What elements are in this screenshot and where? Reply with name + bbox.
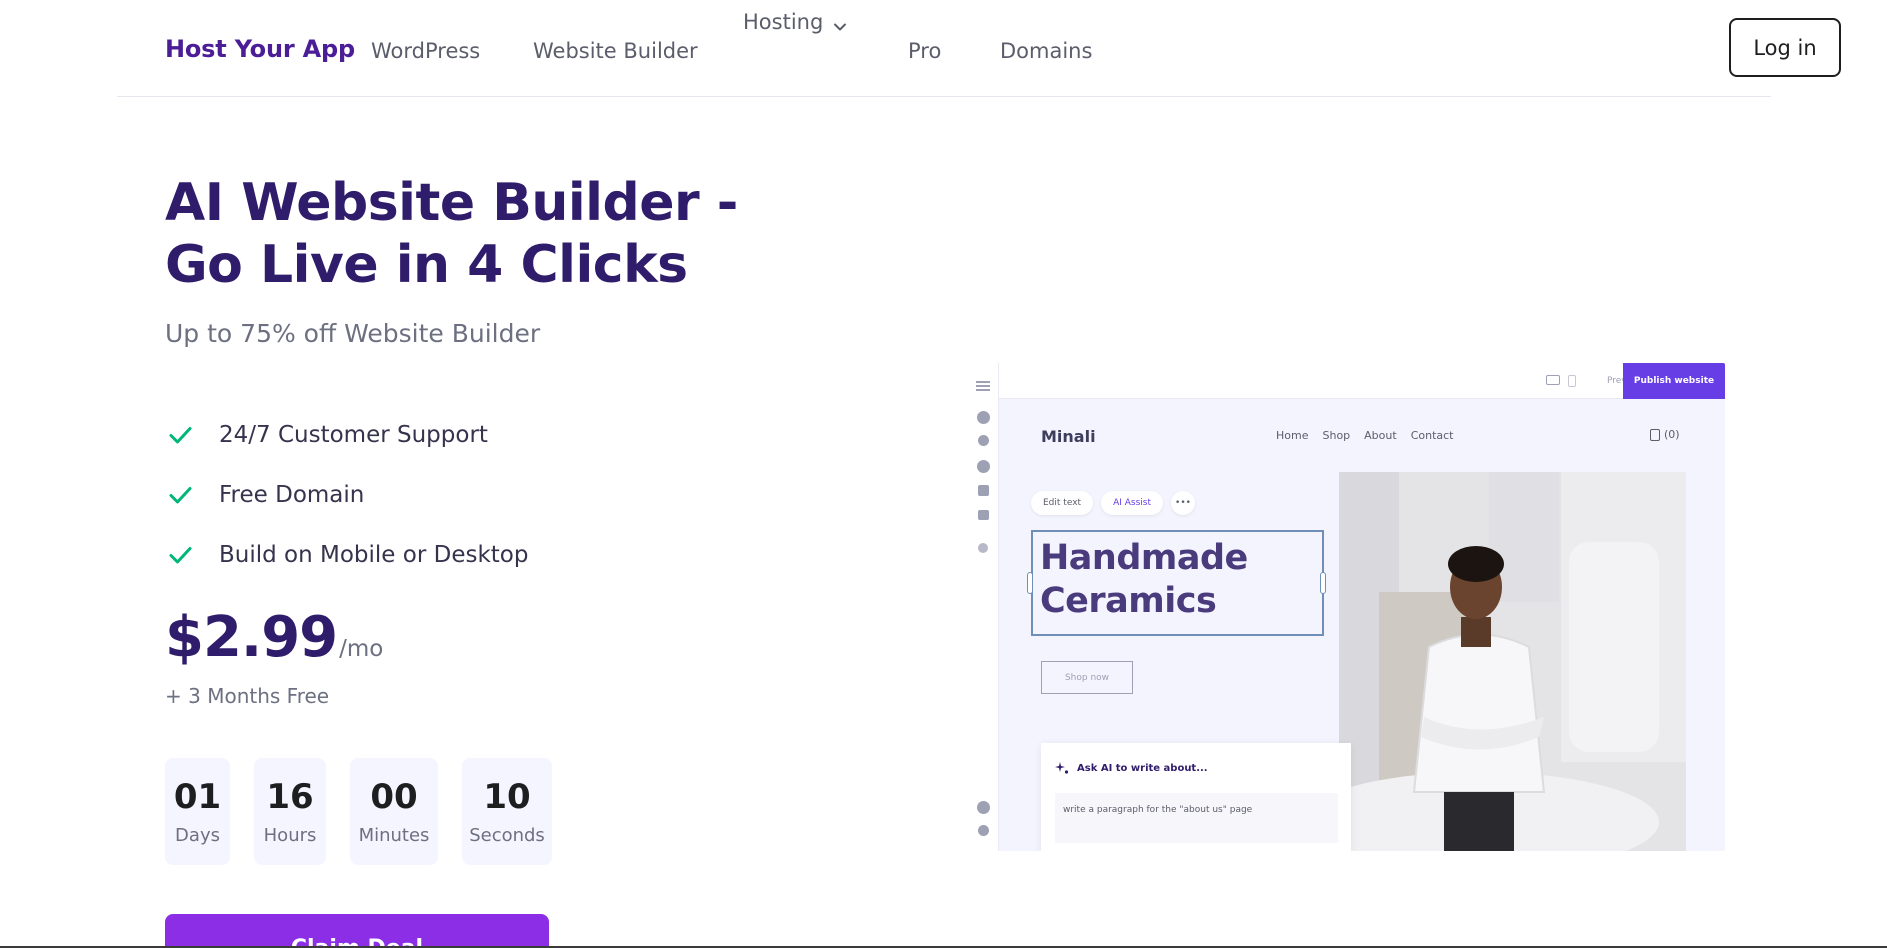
mock-topbar: Preview xyxy=(999,363,1725,399)
feature-label: Free Domain xyxy=(219,482,365,508)
website-builder-preview-image: Preview Publish website Minali Home Shop… xyxy=(968,363,1725,851)
countdown-label: Minutes xyxy=(358,825,430,846)
mobile-icon xyxy=(1568,375,1576,387)
countdown-value: 00 xyxy=(370,777,418,817)
countdown-value: 10 xyxy=(483,777,531,817)
edit-icon xyxy=(978,485,989,496)
nav-dropdown-hosting[interactable]: Hosting xyxy=(743,10,847,34)
mock-ai-input: write a paragraph for the "about us" pag… xyxy=(1055,793,1338,843)
mock-edit-toolbar: Edit text AI Assist ••• xyxy=(1031,491,1195,515)
resize-handle xyxy=(1027,572,1033,594)
price-amount: $2.99 xyxy=(165,605,338,670)
mock-heading-line: Handmade xyxy=(1040,538,1248,578)
mock-ai-panel: Ask AI to write about... write a paragra… xyxy=(1041,743,1351,851)
mock-more-pill: ••• xyxy=(1171,491,1195,515)
nav-link-website-builder[interactable]: Website Builder xyxy=(533,39,698,63)
sparkle-icon xyxy=(1055,762,1069,774)
mock-ai-title-text: Ask AI to write about... xyxy=(1077,762,1208,774)
hero-title: AI Website Builder - Go Live in 4 Clicks xyxy=(165,173,738,295)
mock-hero-heading: Handmade Ceramics xyxy=(1040,537,1248,623)
mock-nav-item: About xyxy=(1364,429,1397,442)
palette-icon xyxy=(977,460,990,473)
mock-cart: (0) xyxy=(1650,428,1680,441)
countdown-days: 01 Days xyxy=(165,758,230,865)
mock-heading-line: Ceramics xyxy=(1040,581,1217,621)
mock-sidebar xyxy=(968,363,999,851)
check-icon xyxy=(169,487,192,504)
desktop-icon xyxy=(1546,375,1560,385)
mock-nav-item: Home xyxy=(1276,429,1309,442)
ai-sparkle-icon xyxy=(978,543,988,553)
bonus-text: + 3 Months Free xyxy=(165,684,330,708)
countdown-label: Hours xyxy=(263,825,317,846)
mock-site-logo: Minali xyxy=(1041,427,1096,446)
top-nav: Host Your App WordPress Website Builder … xyxy=(117,0,1841,97)
layers-icon xyxy=(978,435,989,446)
mock-cart-count: (0) xyxy=(1664,428,1680,441)
mock-ai-assist-pill: AI Assist xyxy=(1101,491,1163,515)
login-button[interactable]: Log in xyxy=(1729,18,1841,77)
device-toggle xyxy=(1546,375,1576,387)
help-icon xyxy=(977,801,990,814)
countdown-seconds: 10 Seconds xyxy=(462,758,552,865)
claim-deal-button[interactable]: Claim Deal xyxy=(165,914,549,948)
feature-label: 24/7 Customer Support xyxy=(219,422,488,448)
mock-edit-text-pill: Edit text xyxy=(1031,491,1094,515)
settings-icon xyxy=(977,411,990,424)
countdown-timer: 01 Days 16 Hours 00 Minutes 10 Seconds xyxy=(165,758,552,865)
nav-link-domains[interactable]: Domains xyxy=(1000,39,1092,63)
mock-nav-item: Shop xyxy=(1322,429,1351,442)
nav-link-hosting-label: Hosting xyxy=(743,10,824,34)
feature-item: Free Domain xyxy=(165,465,528,525)
mock-shop-button: Shop now xyxy=(1041,661,1133,694)
hero-subtitle: Up to 75% off Website Builder xyxy=(165,319,541,348)
check-icon xyxy=(169,547,192,564)
feature-item: Build on Mobile or Desktop xyxy=(165,525,528,585)
countdown-minutes: 00 Minutes xyxy=(350,758,438,865)
countdown-value: 16 xyxy=(266,777,314,817)
gear-icon xyxy=(978,825,989,836)
menu-icon xyxy=(976,381,990,391)
cart-icon xyxy=(978,510,989,520)
brand-logo[interactable]: Host Your App xyxy=(165,35,355,63)
mock-nav-item: Contact xyxy=(1410,429,1454,442)
nav-link-pro[interactable]: Pro xyxy=(908,39,941,63)
check-icon xyxy=(169,427,192,444)
countdown-value: 01 xyxy=(173,777,222,817)
mock-ai-title: Ask AI to write about... xyxy=(1055,761,1208,775)
price-unit: /mo xyxy=(339,636,384,662)
countdown-label: Seconds xyxy=(469,825,545,846)
feature-list: 24/7 Customer Support Free Domain Build … xyxy=(165,405,528,585)
feature-item: 24/7 Customer Support xyxy=(165,405,528,465)
mock-site-nav: Home Shop About Contact xyxy=(1276,429,1453,442)
countdown-label: Days xyxy=(175,825,220,846)
mock-hero-photo xyxy=(1339,472,1686,851)
countdown-hours: 16 Hours xyxy=(254,758,326,865)
feature-label: Build on Mobile or Desktop xyxy=(219,542,529,568)
chevron-down-icon xyxy=(833,15,847,31)
resize-handle xyxy=(1320,572,1326,594)
price: $2.99 /mo xyxy=(165,605,383,670)
bag-icon xyxy=(1650,428,1660,441)
person-photo-illustration xyxy=(1339,472,1686,851)
nav-link-wordpress[interactable]: WordPress xyxy=(371,39,480,63)
mock-publish-button: Publish website xyxy=(1623,363,1725,399)
